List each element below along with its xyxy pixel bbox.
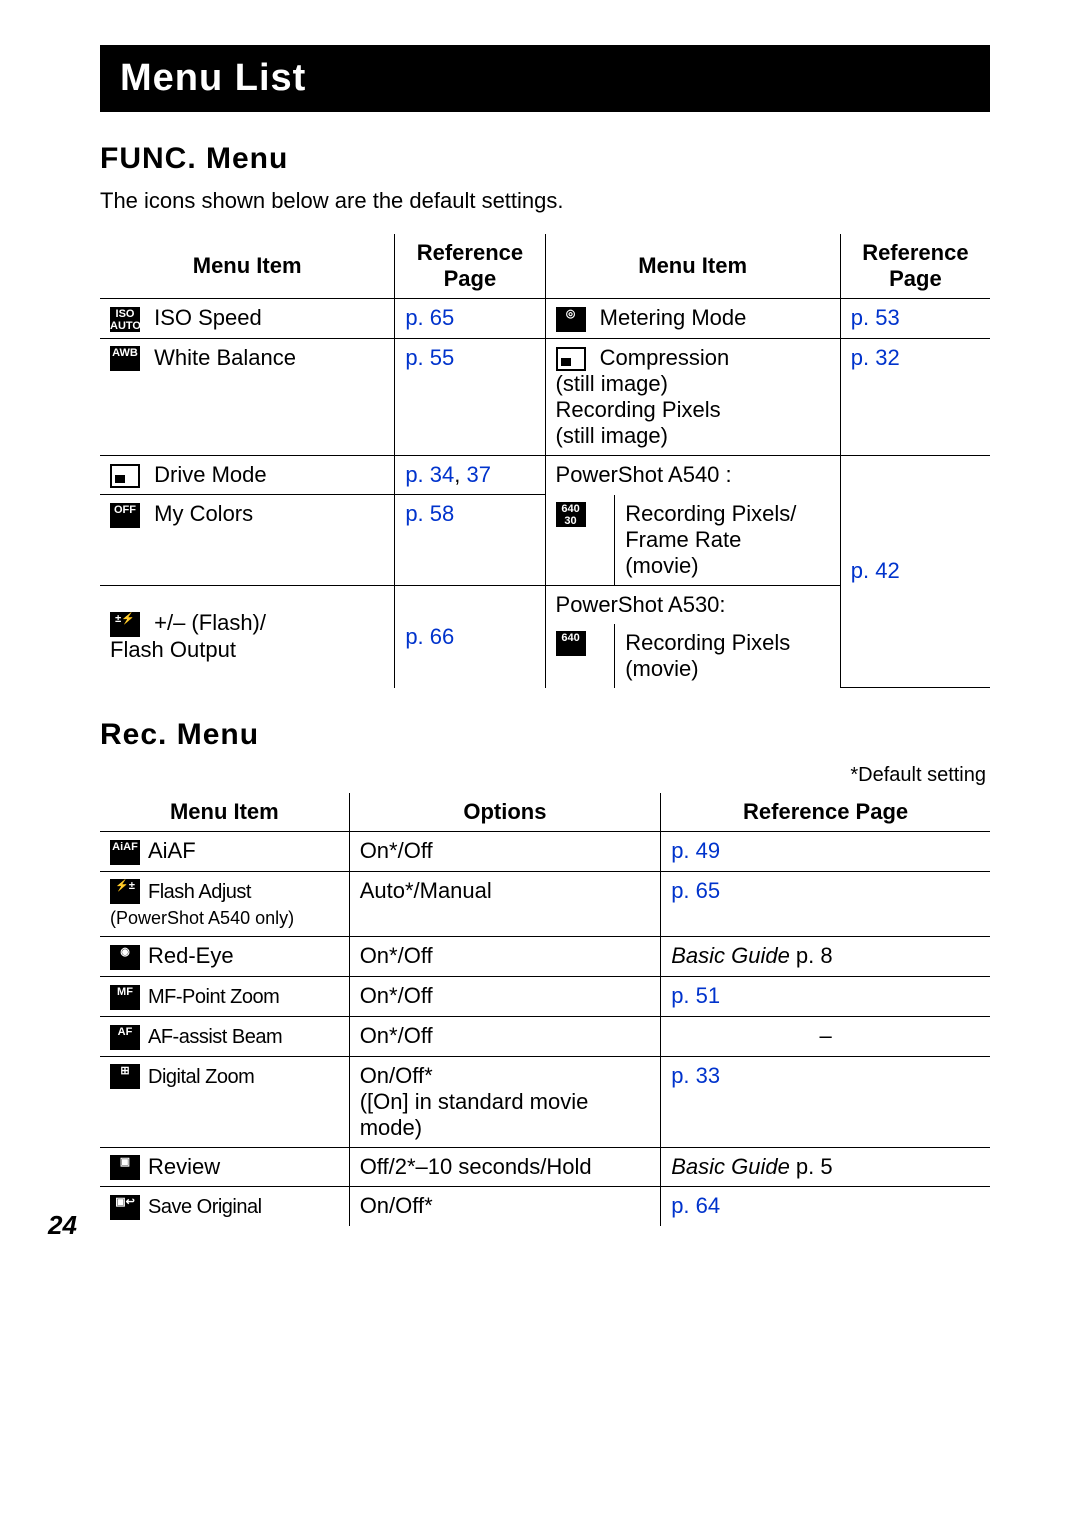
menu-item-rec-pixels-movie-a530: Recording Pixels(movie): [615, 624, 841, 688]
metering-icon: ◎: [556, 307, 586, 332]
ref-page[interactable]: p. 65: [661, 871, 990, 937]
options-cell: Off/2*–10 seconds/Hold: [349, 1147, 661, 1187]
menu-item-label: Drive Mode: [154, 462, 266, 487]
menu-item-white-balance: AWB White Balance: [100, 338, 395, 455]
drive-mode-icon: [110, 464, 140, 488]
table-row: ▣↩ Save Original On/Off* p. 64: [100, 1187, 990, 1226]
mf-point-zoom-icon: MF: [110, 985, 140, 1010]
menu-item-compression-pixels: Compression(still image)Recording Pixels…: [545, 338, 840, 455]
menu-item-rec-pixels-movie: Recording Pixels/Frame Rate(movie): [615, 495, 841, 586]
rec-menu-heading: Rec. Menu: [100, 718, 990, 752]
table-row: ▣ Review Off/2*–10 seconds/Hold Basic Gui…: [100, 1147, 990, 1187]
menu-item-label: ISO Speed: [154, 305, 262, 330]
menu-item-drive-mode: Drive Mode: [100, 455, 395, 494]
menu-item-label: Digital Zoom: [148, 1066, 254, 1088]
col-reference-page: Reference Page: [661, 793, 990, 832]
ref-page[interactable]: p. 32: [840, 338, 990, 455]
model-note: (PowerShot A540 only): [110, 908, 294, 928]
options-cell: On*/Off: [349, 1016, 661, 1056]
movie-640-30-icon: 640 30: [556, 502, 586, 527]
ref-page[interactable]: p. 34, 37: [395, 455, 545, 494]
func-menu-desc: The icons shown below are the default se…: [100, 188, 990, 214]
rec-menu-table: Menu Item Options Reference Page AiAFAiA…: [100, 793, 990, 1226]
ref-page[interactable]: p. 58: [395, 495, 545, 586]
menu-item-label: AiAF: [148, 838, 196, 863]
menu-item-label: My Colors: [154, 501, 253, 526]
menu-item-label: Flash Adjust: [148, 881, 251, 903]
table-row: AiAF AiAF On*/Off p. 49: [100, 832, 990, 872]
page-number: 24: [48, 1210, 77, 1241]
ref-page: –: [661, 1016, 990, 1056]
menu-item-label: Metering Mode: [600, 305, 747, 330]
func-menu-table: Menu Item Reference Page Menu Item Refer…: [100, 234, 990, 688]
options-cell: On/Off*: [349, 1187, 661, 1226]
flash-comp-icon: ±⚡: [110, 612, 140, 637]
ref-page: Basic Guide p. 8: [661, 937, 990, 977]
flash-adjust-icon: ⚡±: [110, 879, 140, 904]
table-row: MF MF-Point Zoom On*/Off p. 51: [100, 977, 990, 1017]
powershot-a530-label: PowerShot A530:: [545, 585, 840, 624]
col-options: Options: [349, 793, 661, 832]
iso-auto-icon: ISO AUTO: [110, 307, 140, 332]
my-colors-icon: OFF: [110, 503, 140, 528]
options-cell: On*/Off: [349, 937, 661, 977]
menu-item-metering-mode: ◎ Metering Mode: [545, 299, 840, 339]
digital-zoom-icon: ⊞: [110, 1064, 140, 1089]
aiaf-icon: AiAF: [110, 840, 140, 865]
ref-page[interactable]: p. 55: [395, 338, 545, 455]
options-cell: On*/Off: [349, 832, 661, 872]
menu-item-label: Save Original: [148, 1196, 262, 1218]
options-cell: Auto*/Manual: [349, 871, 661, 937]
af-assist-icon: AF: [110, 1025, 140, 1050]
col-reference-page: Reference Page: [840, 234, 990, 299]
table-row: ◉ Red-Eye On*/Off Basic Guide p. 8: [100, 937, 990, 977]
movie-640-icon: 640: [556, 631, 586, 656]
powershot-a540-label: PowerShot A540 :: [545, 455, 840, 494]
table-row: ⚡± Flash Adjust (PowerShot A540 only) Auto…: [100, 871, 990, 937]
options-cell: On/Off*([On] in standard moviemode): [349, 1056, 661, 1147]
ref-page[interactable]: p. 66: [395, 585, 545, 688]
review-icon: ▣: [110, 1155, 140, 1180]
menu-item-label: MF-Point Zoom: [148, 986, 279, 1008]
save-original-icon: ▣↩: [110, 1195, 140, 1220]
col-reference-page: Reference Page: [395, 234, 545, 299]
ref-page: Basic Guide p. 5: [661, 1147, 990, 1187]
table-row: AF AF-assist Beam On*/Off –: [100, 1016, 990, 1056]
ref-page[interactable]: p. 51: [661, 977, 990, 1017]
menu-item-my-colors: OFF My Colors: [100, 495, 395, 586]
ref-page[interactable]: p. 64: [661, 1187, 990, 1226]
options-cell: On*/Off: [349, 977, 661, 1017]
default-setting-note: *Default setting: [100, 764, 986, 787]
awb-icon: AWB: [110, 346, 140, 371]
menu-item-iso-speed: ISO AUTO ISO Speed: [100, 299, 395, 339]
page-title-bar: Menu List: [100, 45, 990, 112]
ref-page[interactable]: p. 42: [840, 455, 990, 687]
menu-item-label: Red-Eye: [148, 943, 234, 968]
col-menu-item: Menu Item: [100, 793, 349, 832]
compression-icon: [556, 347, 586, 371]
ref-page[interactable]: p. 53: [840, 299, 990, 339]
red-eye-icon: ◉: [110, 945, 140, 970]
ref-page[interactable]: p. 49: [661, 832, 990, 872]
func-menu-heading: FUNC. Menu: [100, 142, 990, 176]
menu-item-label: AF-assist Beam: [148, 1026, 282, 1048]
menu-item-flash-output: ±⚡ +/– (Flash)/Flash Output: [100, 585, 395, 688]
menu-item-label: White Balance: [154, 345, 296, 370]
ref-page[interactable]: p. 65: [395, 299, 545, 339]
col-menu-item: Menu Item: [100, 234, 395, 299]
table-row: ⊞ Digital Zoom On/Off*([On] in standard m…: [100, 1056, 990, 1147]
ref-page[interactable]: p. 33: [661, 1056, 990, 1147]
col-menu-item: Menu Item: [545, 234, 840, 299]
menu-item-label: Review: [148, 1154, 220, 1179]
